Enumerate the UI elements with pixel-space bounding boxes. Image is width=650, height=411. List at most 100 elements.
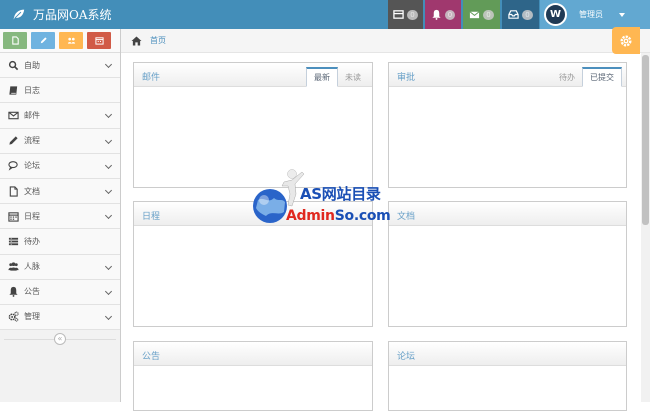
shortcut-calendar-button[interactable] xyxy=(87,32,111,49)
chevron-down-icon xyxy=(104,212,113,220)
approval-widget: 审批 待办 已提交 xyxy=(388,62,627,188)
app-brand[interactable]: 万品网OA系统 xyxy=(12,0,112,29)
sidebar-item-label: 待办 xyxy=(24,236,40,246)
chevron-down-icon xyxy=(104,111,113,119)
users-icon xyxy=(8,262,19,271)
avatar: W xyxy=(544,3,567,26)
sidebar-item-label: 自助 xyxy=(24,60,40,70)
tab-unread[interactable]: 未读 xyxy=(338,67,368,87)
sidebar-item-forum[interactable]: 论坛 xyxy=(0,153,120,179)
file-icon xyxy=(9,185,18,197)
sidebar-item-label: 管理 xyxy=(24,312,40,322)
watermark-logo: AS网站目录 AdminSo.com xyxy=(250,168,410,230)
scrollbar-thumb[interactable] xyxy=(642,55,649,225)
sidebar-item-announcements[interactable]: 公告 xyxy=(0,279,120,305)
bell-count-badge: 0 xyxy=(444,9,456,20)
bell-icon xyxy=(9,287,18,298)
calendar-icon xyxy=(8,212,19,222)
envelope-icon xyxy=(469,11,480,19)
sidebar-item-admin[interactable]: 管理 xyxy=(0,304,120,331)
widget-header: 论坛 xyxy=(389,342,626,366)
gear-icon xyxy=(620,34,632,47)
file-icon xyxy=(11,36,19,45)
settings-button[interactable] xyxy=(612,27,640,54)
cogs-icon xyxy=(8,312,19,323)
user-name: 管理员 xyxy=(579,10,603,19)
sidebar-item-label: 流程 xyxy=(24,136,40,146)
breadcrumb-home-link[interactable]: 首页 xyxy=(150,35,166,46)
search-icon xyxy=(8,60,19,70)
comments-icon xyxy=(8,161,18,171)
calendar-icon xyxy=(94,37,104,45)
shortcut-group-button[interactable] xyxy=(59,32,83,49)
widget-title: 公告 xyxy=(142,352,161,362)
sidebar-item-schedule[interactable]: 日程 xyxy=(0,204,120,230)
shortcut-file-button[interactable] xyxy=(3,32,27,49)
widget-header: 公告 xyxy=(134,342,372,366)
watermark-domain-red: Admin xyxy=(286,208,335,224)
watermark-title: AS网站目录 xyxy=(300,185,381,203)
approval-tabs: 待办 已提交 xyxy=(552,67,622,87)
widget-header: 邮件 最新 未读 xyxy=(134,63,372,87)
forum-widget: 论坛 xyxy=(388,341,627,411)
widget-title: 日程 xyxy=(142,212,161,222)
sidebar-item-todo[interactable]: 待办 xyxy=(0,229,120,255)
inbox-count-badge: 0 xyxy=(522,9,533,20)
documents-widget: 文档 xyxy=(388,201,627,327)
sidebar-collapse-button[interactable]: « xyxy=(54,333,66,346)
chevron-down-icon xyxy=(104,161,113,169)
tasks-icon xyxy=(393,10,404,19)
widget-title: 邮件 xyxy=(142,73,161,83)
mail-notification[interactable]: 0 xyxy=(463,0,500,29)
watermark-domain-blue: So.com xyxy=(334,208,391,224)
pencil-icon xyxy=(40,37,47,44)
user-menu[interactable]: W 管理员 xyxy=(540,0,650,29)
top-navbar: 万品网OA系统 0 0 0 0 W 管理员 xyxy=(0,0,650,29)
sidebar-item-self-service[interactable]: 自助 xyxy=(0,53,120,79)
sidebar-item-contacts[interactable]: 人脉 xyxy=(0,254,120,280)
mail-tabs: 最新 未读 xyxy=(306,67,368,87)
notice-widget: 公告 xyxy=(133,341,373,411)
shortcut-pencil-button[interactable] xyxy=(31,32,55,49)
chevron-down-icon xyxy=(619,12,625,17)
tab-submitted[interactable]: 已提交 xyxy=(582,67,622,87)
tab-pending[interactable]: 待办 xyxy=(552,67,582,87)
sidebar-item-label: 文档 xyxy=(24,186,40,196)
tasks-count-badge: 0 xyxy=(407,9,418,20)
envelope-icon xyxy=(8,111,19,120)
inbox-icon xyxy=(508,10,519,19)
bell-notification[interactable]: 0 xyxy=(425,0,461,29)
bell-icon xyxy=(432,9,441,20)
chevron-down-icon xyxy=(104,287,113,295)
widget-header: 文档 xyxy=(389,202,626,226)
sidebar-item-log[interactable]: 日志 xyxy=(0,78,120,104)
sidebar-collapse: « xyxy=(0,330,120,348)
watermark-domain: AdminSo.com xyxy=(286,208,391,224)
breadcrumb: 首页 xyxy=(121,29,650,53)
sidebar-item-label: 日志 xyxy=(24,85,40,95)
sidebar-item-label: 论坛 xyxy=(24,161,40,171)
main-scrollbar[interactable] xyxy=(641,53,650,402)
leaf-icon xyxy=(13,9,25,20)
sidebar-item-label: 日程 xyxy=(24,211,40,221)
widget-title: 审批 xyxy=(397,73,416,83)
group-icon xyxy=(67,37,75,44)
tab-latest[interactable]: 最新 xyxy=(306,67,338,87)
widget-header: 审批 待办 已提交 xyxy=(389,63,626,87)
home-icon[interactable] xyxy=(131,35,142,46)
sidebar: 自助 日志 邮件 流程 论坛 文档 日程 待办 人脉 公告 管理 « xyxy=(0,29,121,402)
tasks-notification[interactable]: 0 xyxy=(388,0,423,29)
chevron-down-icon xyxy=(104,60,113,69)
mail-count-badge: 0 xyxy=(483,9,494,20)
sidebar-item-workflow[interactable]: 流程 xyxy=(0,128,120,154)
sidebar-item-documents[interactable]: 文档 xyxy=(0,178,120,205)
list-icon xyxy=(8,237,19,246)
inbox-notification[interactable]: 0 xyxy=(502,0,539,29)
widget-title: 论坛 xyxy=(397,352,416,362)
chevron-down-icon xyxy=(104,186,113,194)
sidebar-item-mail[interactable]: 邮件 xyxy=(0,103,120,129)
sidebar-item-label: 邮件 xyxy=(24,110,40,120)
app-title: 万品网OA系统 xyxy=(33,8,112,22)
chevron-down-icon xyxy=(104,312,113,320)
chevron-down-icon xyxy=(104,262,113,270)
